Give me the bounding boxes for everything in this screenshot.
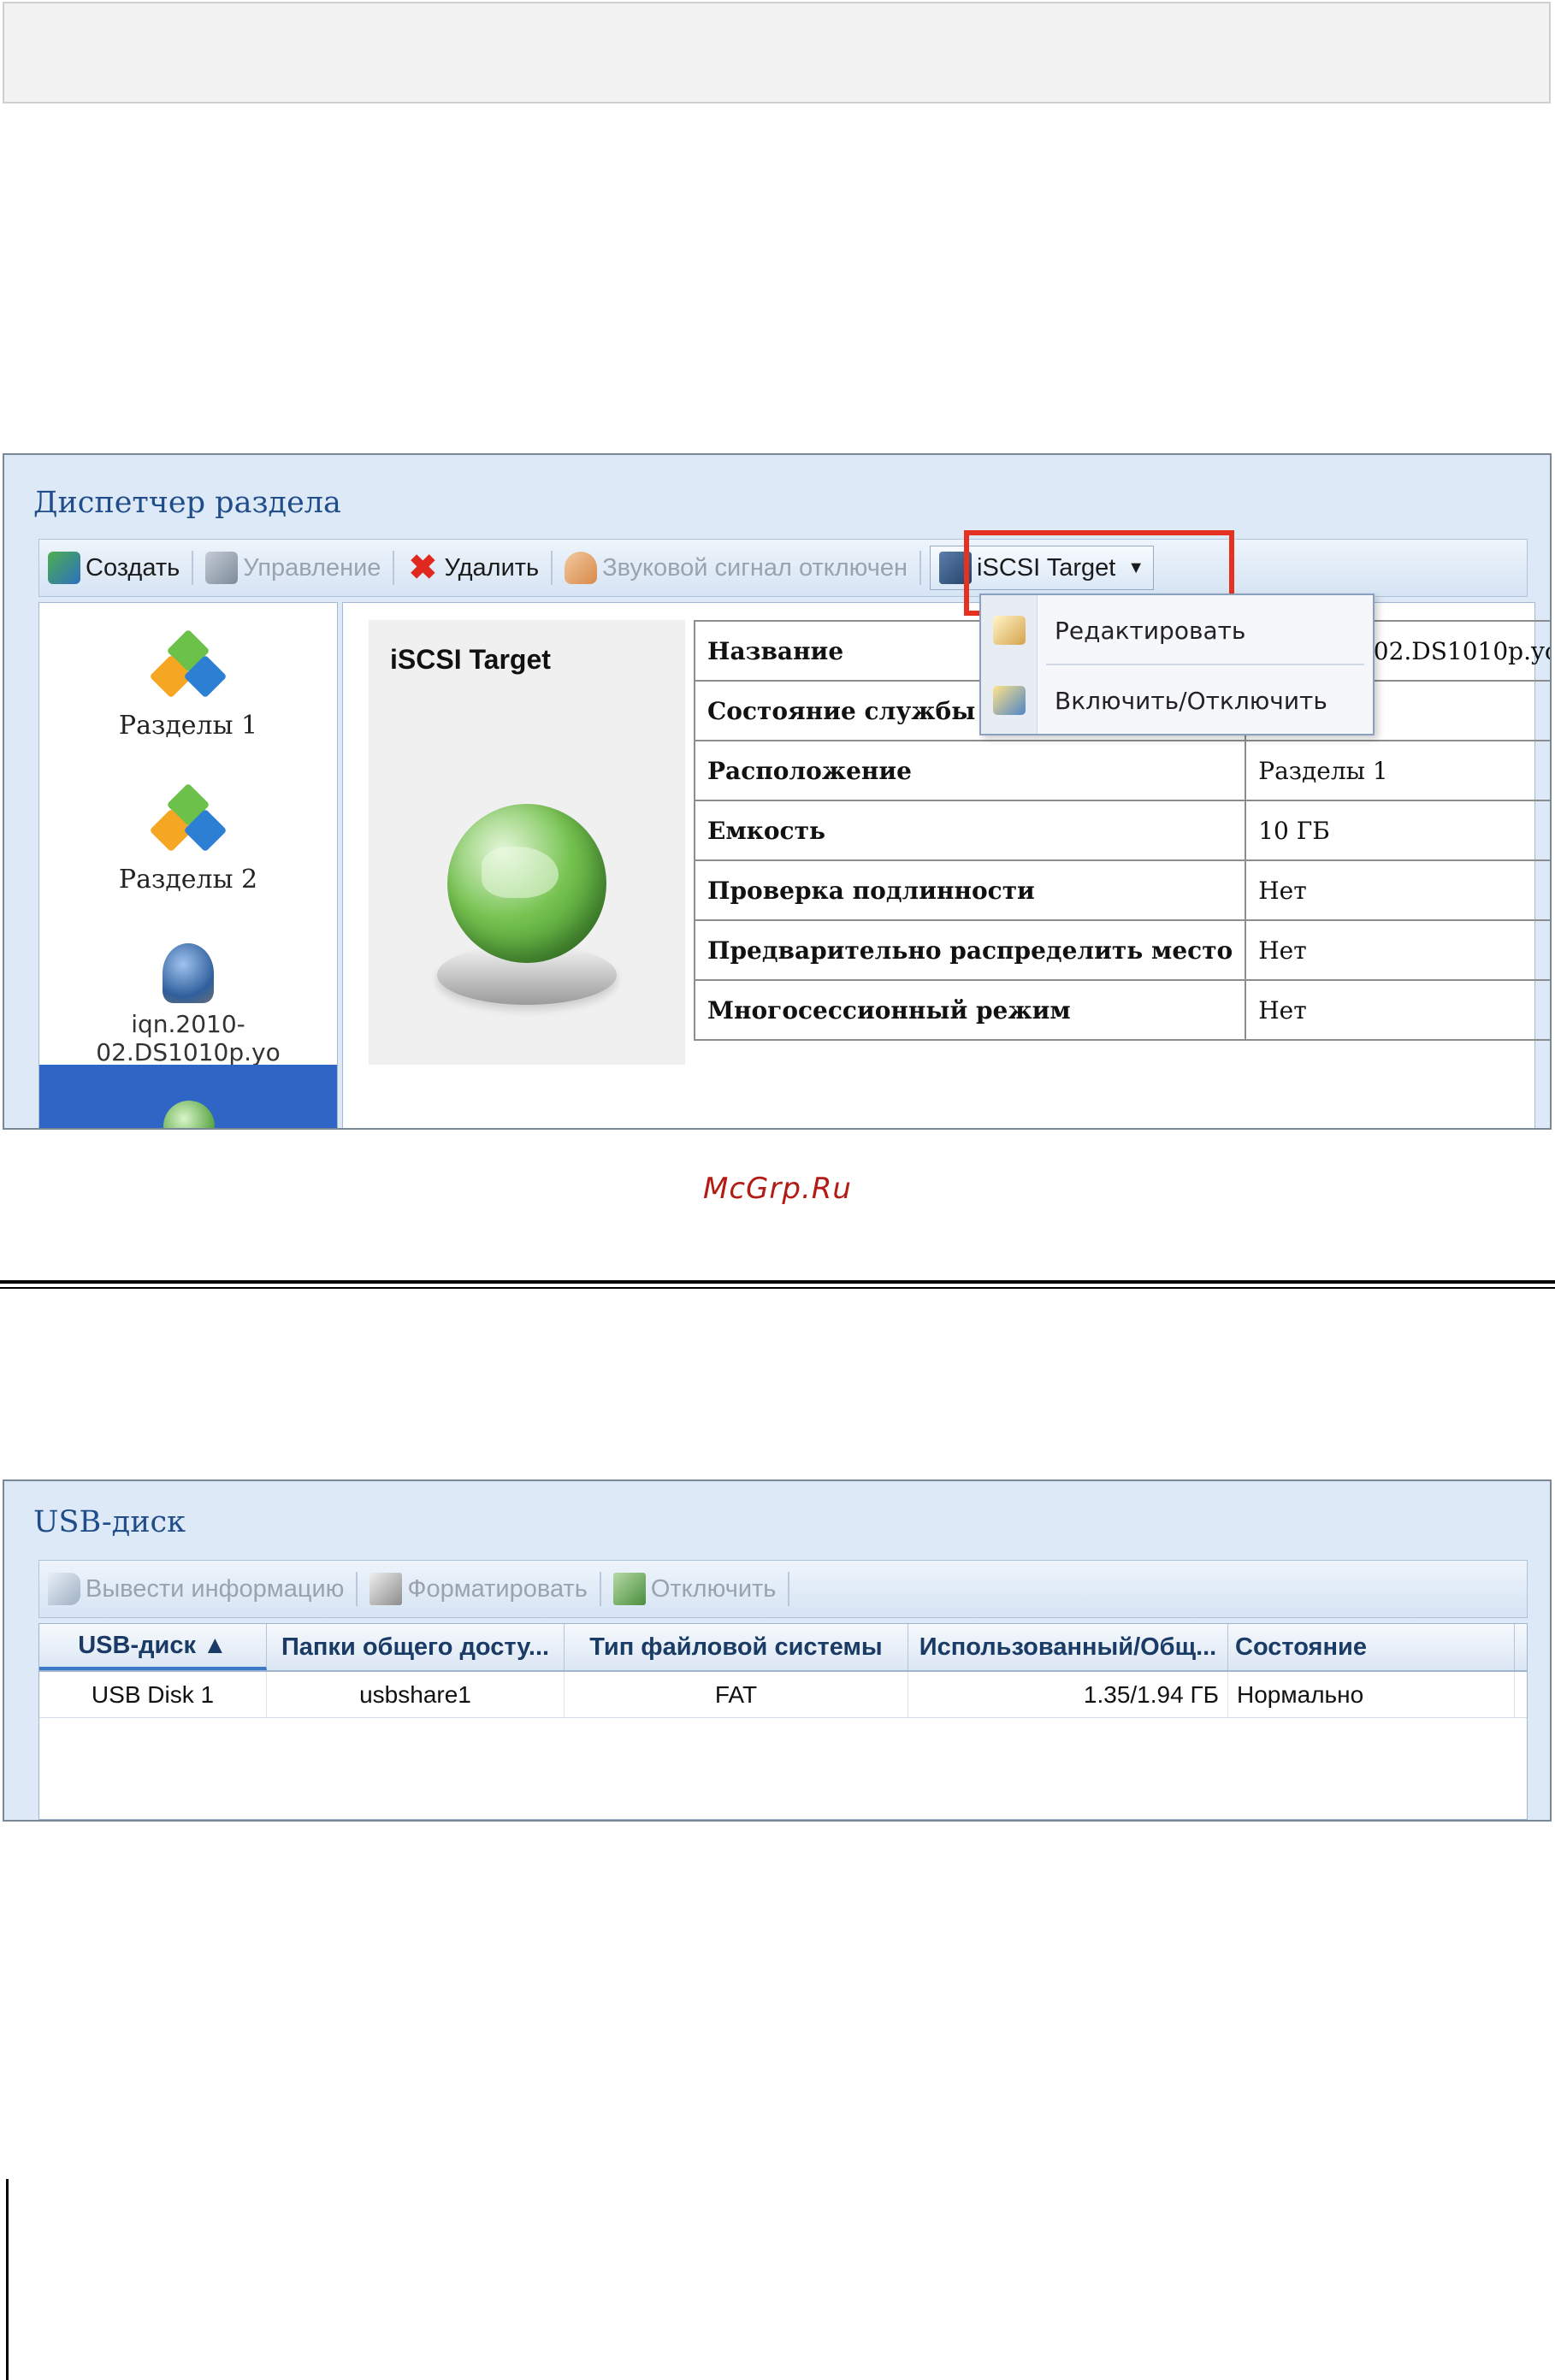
beep-off-button[interactable]: Звуковой сигнал отключен [556,540,916,596]
edit-pencil-icon [993,616,1026,645]
volume-label: Разделы 2 [118,865,258,895]
menu-item-edit-label: Редактировать [1055,616,1246,645]
property-row: Многосессионный режим Нет [693,979,1550,1041]
menu-item-toggle-label: Включить/Отключить [1055,686,1327,715]
header-bar [3,2,1551,103]
property-value: 10 ГБ [1245,800,1550,861]
iscsi-target-globe-icon [163,1101,215,1128]
usb-panel-title: USB-диск [33,1505,186,1539]
property-value: Нет [1245,859,1550,921]
iscsi-target-summary: iSCSI Target [369,620,685,1065]
disconnect-label: Отключить [650,1574,777,1603]
volume-item-2[interactable]: Разделы 2 [39,783,337,895]
globe-icon [447,804,606,963]
property-row: Проверка подлинности Нет [693,859,1550,921]
table-header: USB-диск ▲ Папки общего досту... Тип фай… [39,1624,1527,1672]
manage-icon [205,552,239,584]
format-button[interactable]: Форматировать [361,1561,595,1617]
volume-list: Разделы 1 Разделы 2 iqn.2010-02.DS1010p.… [38,602,338,1128]
divider [0,1280,1555,1284]
delete-button[interactable]: ✖ Удалить [398,540,547,596]
iscsi-dropdown-menu: Редактировать Включить/Отключить [979,594,1375,735]
toolbar-separator [551,551,553,585]
cell-usage: 1.35/1.94 ГБ [908,1672,1228,1717]
manage-button-label: Управление [243,553,381,582]
watermark: McGrp.Ru [703,1172,852,1206]
volume-item-selected[interactable] [39,1065,337,1128]
eject-info-icon [48,1573,80,1605]
cell-disk: USB Disk 1 [39,1672,267,1717]
toolbar-separator [599,1572,601,1606]
show-info-button[interactable]: Вывести информацию [39,1561,352,1617]
toolbar-separator [356,1572,358,1606]
property-key: Многосессионный режим [693,979,1247,1041]
property-row: Емкость 10 ГБ [693,800,1550,861]
partition-manager-panel: Диспетчер раздела Создать Управление ✖ У… [3,453,1552,1130]
disconnect-button[interactable]: Отключить [605,1561,785,1617]
property-value: Нет [1245,979,1550,1041]
column-header-usb-disk[interactable]: USB-диск ▲ [39,1624,267,1670]
property-row: Расположение Разделы 1 [693,740,1550,801]
divider [0,1287,1555,1289]
usb-disk-table: USB-диск ▲ Папки общего досту... Тип фай… [38,1623,1528,1820]
partition-manager-title: Диспетчер раздела [33,486,341,520]
property-key: Емкость [693,800,1247,861]
menu-item-toggle[interactable]: Включить/Отключить [981,669,1373,732]
cell-share: usbshare1 [267,1672,565,1717]
usb-disk-panel: USB-диск Вывести информацию Форматироват… [3,1479,1552,1822]
beep-off-label: Звуковой сигнал отключен [602,553,908,582]
volume-item-1[interactable]: Разделы 1 [39,629,337,741]
format-icon [370,1573,403,1605]
create-button-label: Создать [86,553,180,582]
volume-item-iqn[interactable]: iqn.2010-02.DS1010p.yo [39,943,337,1066]
property-key: Проверка подлинности [693,859,1247,921]
menu-separator [1046,664,1364,665]
cell-status: Нормально [1228,1672,1515,1717]
delete-button-label: Удалить [444,553,540,582]
partition-toolbar: Создать Управление ✖ Удалить Звуковой си… [38,539,1528,597]
manage-button[interactable]: Управление [197,540,389,596]
volume-label: iqn.2010-02.DS1010p.yo [96,1010,281,1066]
iscsi-disk-icon [163,943,214,1003]
create-button[interactable]: Создать [39,540,188,596]
menu-item-edit[interactable]: Редактировать [981,599,1373,662]
property-key: Предварительно распределить место [693,919,1247,981]
toolbar-separator [919,551,922,585]
property-row: Предварительно распределить место Нет [693,919,1550,981]
volume-cubes-icon [149,629,228,702]
property-key: Расположение [693,740,1247,801]
volume-cubes-icon [149,783,228,856]
show-info-label: Вывести информацию [86,1574,345,1603]
column-header-shared-folder[interactable]: Папки общего досту... [267,1624,565,1670]
column-header-usage[interactable]: Использованный/Общ... [908,1624,1228,1670]
column-header-status[interactable]: Состояние [1228,1624,1515,1670]
toolbar-separator [192,551,194,585]
beep-icon [565,552,598,584]
property-value: Разделы 1 [1245,740,1550,801]
table-row[interactable]: USB Disk 1 usbshare1 FAT 1.35/1.94 ГБ Но… [39,1672,1527,1718]
iscsi-target-heading: iSCSI Target [390,644,551,675]
delete-icon: ✖ [408,549,438,587]
volume-label: Разделы 1 [118,711,258,741]
toggle-icon [993,686,1026,715]
create-icon [48,552,80,584]
toolbar-separator [788,1572,790,1606]
disconnect-icon [612,1573,646,1605]
property-value: Нет [1245,919,1550,981]
usb-toolbar: Вывести информацию Форматировать Отключи… [38,1560,1528,1618]
margin-bar [6,2179,9,2380]
column-header-file-system[interactable]: Тип файловой системы [565,1624,908,1670]
toolbar-separator [393,551,395,585]
cell-fs: FAT [565,1672,908,1717]
format-label: Форматировать [407,1574,588,1603]
